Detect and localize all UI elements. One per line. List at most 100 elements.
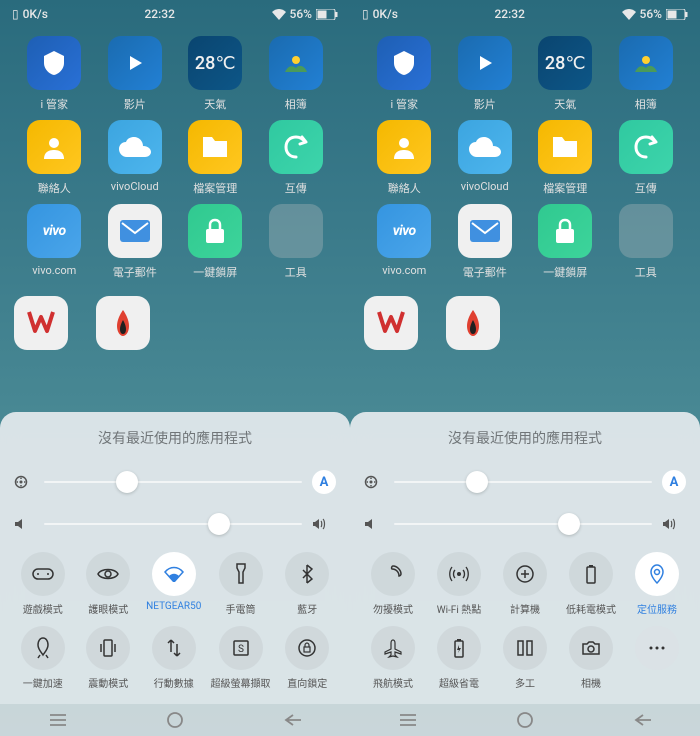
toggle-speedup[interactable]: 一鍵加速: [14, 626, 72, 690]
screen-left: ▯ 0K/s 22:32 56% i 管家 影片 28℃天氣 相簿 聯絡人 vi…: [0, 0, 350, 736]
app-label: 檔案管理: [543, 180, 587, 196]
panel-title: 沒有最近使用的應用程式: [14, 428, 336, 448]
volume-low-icon: [364, 518, 384, 530]
app-share[interactable]: 互傳: [606, 120, 687, 196]
volume-slider[interactable]: [44, 510, 302, 538]
battery-pct: 56%: [290, 7, 312, 21]
app-email[interactable]: 電子郵件: [95, 204, 176, 280]
app-fire[interactable]: [446, 296, 500, 350]
app-files[interactable]: 檔案管理: [175, 120, 256, 196]
app-contacts[interactable]: 聯絡人: [364, 120, 445, 196]
quick-settings-panel: 沒有最近使用的應用程式 A 遊戲模式 護眼模式 NETGEAR50 手電筒 藍牙…: [0, 412, 350, 704]
app-imanager[interactable]: i 管家: [364, 36, 445, 112]
toggle-calculator[interactable]: 計算機: [496, 552, 554, 616]
app-contacts[interactable]: 聯絡人: [14, 120, 95, 196]
app-share[interactable]: 互傳: [256, 120, 337, 196]
nav-home[interactable]: [155, 710, 195, 730]
app-wps[interactable]: [14, 296, 68, 350]
nav-home[interactable]: [505, 710, 545, 730]
app-wps[interactable]: [364, 296, 418, 350]
nosim-icon: ▯: [362, 7, 369, 21]
toggle-game-mode[interactable]: 遊戲模式: [14, 552, 72, 616]
toggle-label: 定位服務: [637, 601, 677, 616]
weather-temp: 28℃: [195, 53, 236, 74]
toggle-label: 震動模式: [88, 675, 128, 690]
toggle-portrait-lock[interactable]: 直向鎖定: [279, 626, 337, 690]
toggle-multitask[interactable]: 多工: [496, 626, 554, 690]
weather-temp: 28℃: [545, 53, 586, 74]
volume-high-icon: [662, 517, 686, 531]
app-files[interactable]: 檔案管理: [525, 120, 606, 196]
toggle-wifi[interactable]: NETGEAR50: [145, 552, 203, 616]
toggle-low-power[interactable]: 低耗電模式: [562, 552, 620, 616]
app-label: 電子郵件: [113, 264, 157, 280]
toggle-label: 相機: [581, 675, 601, 690]
app-lockscreen[interactable]: 一鍵鎖屏: [175, 204, 256, 280]
app-fire[interactable]: [96, 296, 150, 350]
navbar: [0, 704, 350, 736]
brightness-icon: [14, 475, 34, 489]
toggle-bluetooth[interactable]: 藍牙: [279, 552, 337, 616]
app-video[interactable]: 影片: [95, 36, 176, 112]
nav-recents[interactable]: [388, 710, 428, 730]
nav-back[interactable]: [272, 710, 312, 730]
toggle-super-power-save[interactable]: 超級省電: [430, 626, 488, 690]
app-weather[interactable]: 28℃天氣: [175, 36, 256, 112]
app-vivocloud[interactable]: vivoCloud: [445, 120, 526, 196]
auto-brightness-toggle[interactable]: A: [312, 470, 336, 494]
nav-recents[interactable]: [38, 710, 78, 730]
battery-icon: [666, 9, 688, 20]
toggle-label: NETGEAR50: [146, 601, 201, 612]
app-imanager[interactable]: i 管家: [14, 36, 95, 112]
brightness-slider[interactable]: [44, 468, 302, 496]
toggle-label: 藍牙: [297, 601, 317, 616]
toggle-label: 一鍵加速: [23, 675, 63, 690]
net-speed: 0K/s: [23, 7, 48, 21]
app-weather[interactable]: 28℃ 天氣: [525, 36, 606, 112]
app-label: 一鍵鎖屏: [193, 264, 237, 280]
toggle-flashlight[interactable]: 手電筒: [211, 552, 271, 616]
app-album[interactable]: 相簿: [256, 36, 337, 112]
nav-back[interactable]: [622, 710, 662, 730]
brightness-icon: [364, 475, 384, 489]
toggle-vibrate[interactable]: 震動模式: [80, 626, 138, 690]
volume-slider[interactable]: [394, 510, 652, 538]
app-album[interactable]: 相簿: [606, 36, 687, 112]
app-vivocom[interactable]: vivovivo.com: [14, 204, 95, 280]
toggle-location[interactable]: 定位服務: [628, 552, 686, 616]
app-label: i 管家: [391, 96, 418, 112]
wifi-icon: [622, 9, 636, 20]
toggle-camera[interactable]: 相機: [562, 626, 620, 690]
app-video[interactable]: 影片: [445, 36, 526, 112]
app-email[interactable]: 電子郵件: [445, 204, 526, 280]
toggle-label: 勿擾模式: [373, 601, 413, 616]
toggles-grid: 勿擾模式 Wi-Fi 熱點 計算機 低耗電模式 定位服務 飛航模式 超級省電 多…: [364, 552, 686, 690]
app-lockscreen[interactable]: 一鍵鎖屏: [525, 204, 606, 280]
app-label: 天氣: [554, 96, 576, 112]
app-vivocloud[interactable]: vivoCloud: [95, 120, 176, 196]
app-label: vivoCloud: [111, 180, 159, 193]
battery-pct: 56%: [640, 7, 662, 21]
toggles-grid: 遊戲模式 護眼模式 NETGEAR50 手電筒 藍牙 一鍵加速 震動模式 行動數…: [14, 552, 336, 690]
apps-partial-row: [350, 288, 700, 358]
toggle-screenshot[interactable]: S超級螢幕擷取: [211, 626, 271, 690]
toggle-label: Wi-Fi 熱點: [437, 601, 482, 616]
app-vivocom[interactable]: vivovivo.com: [364, 204, 445, 280]
app-label: i 管家: [41, 96, 68, 112]
clock: 22:32: [144, 7, 174, 21]
quick-settings-panel: 沒有最近使用的應用程式 A 勿擾模式 Wi-Fi 熱點 計算機 低耗電模式 定位…: [350, 412, 700, 704]
toggle-dnd[interactable]: 勿擾模式: [364, 552, 422, 616]
toggle-eye-protection[interactable]: 護眼模式: [80, 552, 138, 616]
app-label: vivo.com: [32, 264, 76, 277]
app-label: 聯絡人: [38, 180, 71, 196]
brightness-slider[interactable]: [394, 468, 652, 496]
toggle-mobile-data[interactable]: 行動數據: [145, 626, 203, 690]
toggle-airplane[interactable]: 飛航模式: [364, 626, 422, 690]
panel-title: 沒有最近使用的應用程式: [364, 428, 686, 448]
toggle-hotspot[interactable]: Wi-Fi 熱點: [430, 552, 488, 616]
app-tools-folder[interactable]: 工具: [606, 204, 687, 280]
auto-brightness-toggle[interactable]: A: [662, 470, 686, 494]
app-tools-folder[interactable]: 工具: [256, 204, 337, 280]
toggle-more[interactable]: [628, 626, 686, 690]
app-label: 檔案管理: [193, 180, 237, 196]
